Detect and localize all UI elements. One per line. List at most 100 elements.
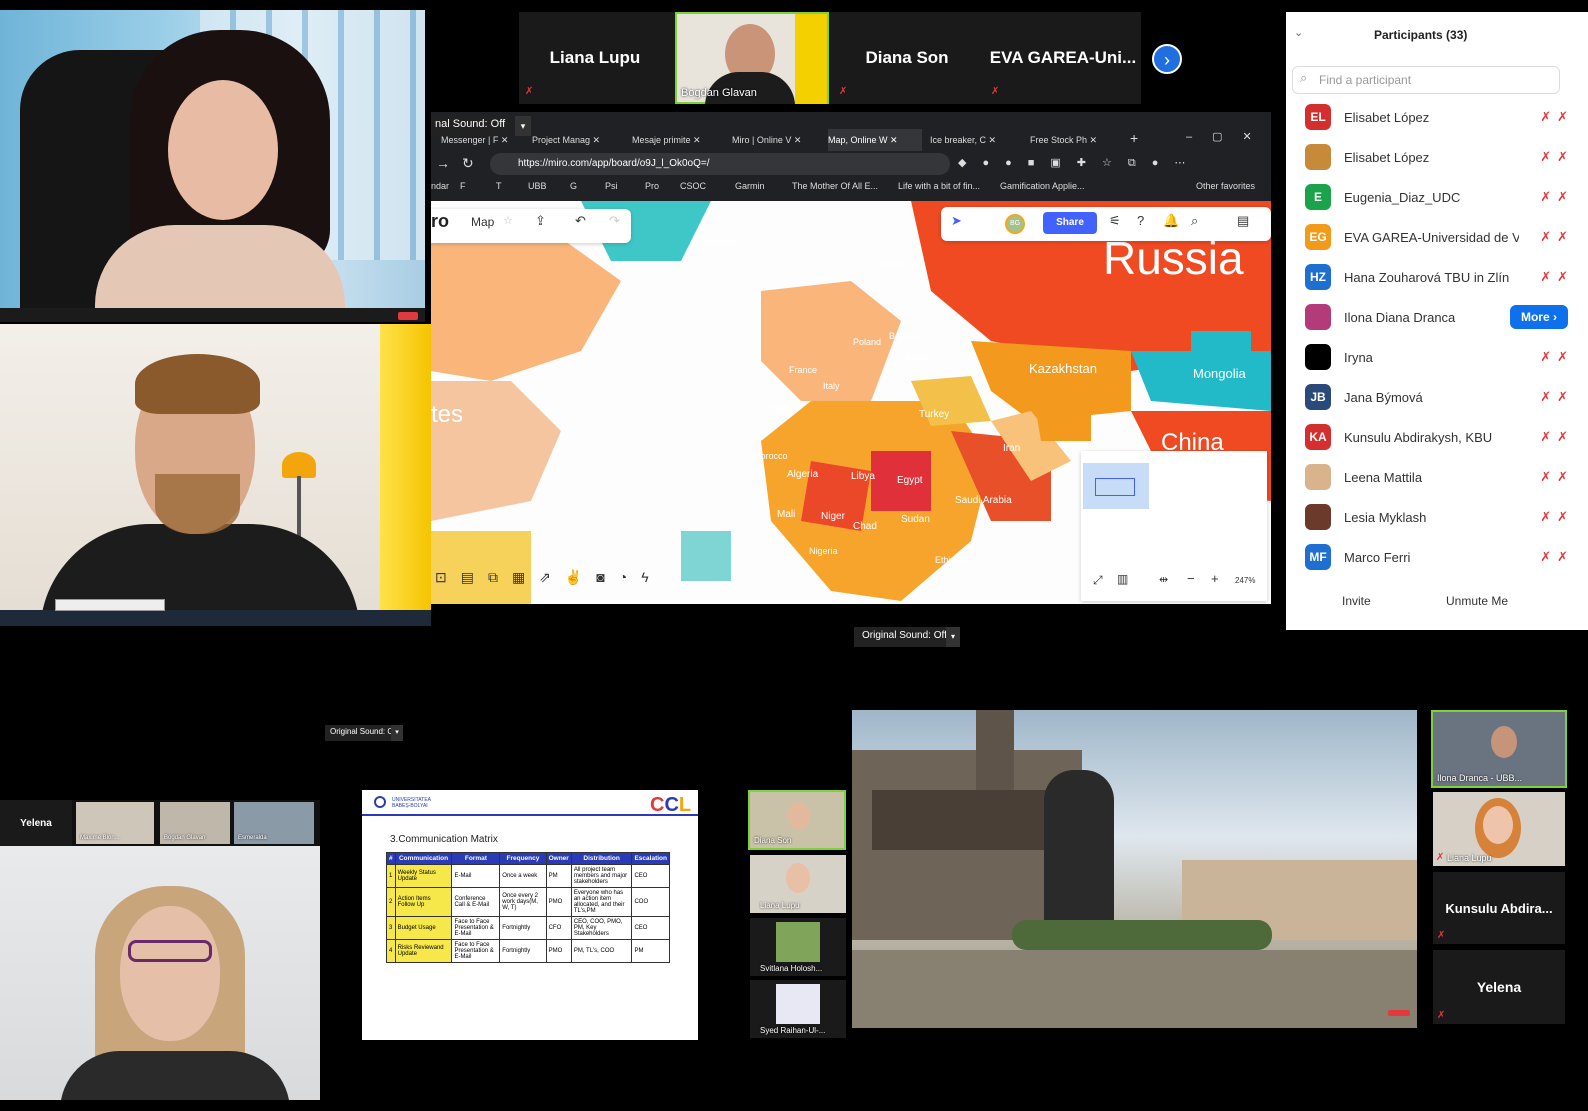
participant-row[interactable]: HZ Hana Zouharová TBU in Zlín ✗✗ [1286, 257, 1588, 297]
invite-button[interactable]: Invite [1342, 594, 1371, 608]
fullscreen-icon[interactable]: ⤢ [1093, 573, 1103, 588]
bookmark[interactable]: T [496, 181, 502, 191]
tile-liana-lupu[interactable]: Liana Lupu [519, 12, 671, 104]
browser-tab[interactable]: Project Manag ✕ [532, 129, 624, 151]
extension-icons[interactable]: ◆●●■▣✚☆⧉●⋯ [958, 156, 1201, 170]
bookmark[interactable]: G [570, 181, 577, 191]
more-button[interactable]: More › [1509, 305, 1568, 329]
search-icon[interactable]: ⌕ [1191, 213, 1198, 229]
bookmark[interactable]: CSOC [680, 181, 706, 191]
label-spain: Spain [769, 403, 793, 413]
tile-eva-garea[interactable]: EVA GAREA-Uni... [985, 12, 1141, 104]
collapse-icon[interactable]: ⌄ [1294, 26, 1303, 39]
tile-bogdan-glavan[interactable]: Bogdan Glavan [675, 12, 829, 104]
browser-tab[interactable]: Free Stock Ph ✕ [1030, 129, 1122, 151]
label-finland: Finland [879, 259, 909, 269]
table-cell: PMO [545, 887, 572, 917]
gallery-tile-diana-son[interactable]: Diana Son [748, 790, 846, 850]
window-controls[interactable]: –▢✕ [1186, 130, 1272, 143]
bookmark[interactable]: Psi [605, 181, 618, 191]
table-cell: CEO [631, 864, 670, 888]
tile-yelena[interactable]: Yelena [0, 800, 72, 846]
bookmark[interactable]: Garmin [735, 181, 765, 191]
gallery-tile-syed[interactable]: Syed Raihan-Ul-... [750, 980, 846, 1038]
cursor-tool-icon[interactable]: ➤ [951, 213, 962, 229]
trees [1012, 920, 1272, 950]
table-header: Distribution [570, 852, 633, 865]
gallery-tile-liana-lupu[interactable]: Liana Lupu [750, 855, 846, 913]
bookmark[interactable]: Gamification Applie... [1000, 181, 1085, 191]
mic-video-muted-icons: ✗✗ [1540, 389, 1574, 404]
gallery-tile-ilona-dranca[interactable]: Ilona Dranca - UBB... [1431, 710, 1567, 788]
unmute-me-button[interactable]: Unmute Me [1446, 594, 1508, 608]
participant-row[interactable]: Lesia Myklash ✗✗ [1286, 497, 1588, 537]
gallery-tile-svitlana[interactable]: Svitlana Holosh... [750, 918, 846, 976]
notes-icon[interactable]: ▤ [1237, 213, 1249, 229]
browser-tab[interactable]: Miro | Online V ✕ [732, 129, 822, 151]
participant-row[interactable]: EL Elisabet López ✗✗ [1286, 97, 1588, 137]
help-icon[interactable]: ? [1137, 213, 1144, 228]
participant-row[interactable]: Leena Mattila ✗✗ [1286, 457, 1588, 497]
tile-maxime[interactable]: Maxime Blon... [76, 802, 154, 844]
bookmark[interactable]: F [460, 181, 466, 191]
table-cell: CEO [631, 916, 670, 940]
dropdown-icon[interactable]: ▾ [391, 725, 403, 741]
participant-name: Eugenia_Diaz_UDC [1344, 189, 1461, 205]
label-egypt: Egypt [897, 475, 923, 486]
miro-bottom-toolbar: ⊡▤⧉▦⇗✌◙◔ϟ [435, 569, 663, 585]
gallery-tile-kunsulu[interactable]: Kunsulu Abdira... [1433, 872, 1565, 944]
gallery-tile-liana-lupu-right[interactable]: Liana Lupu ✗ [1433, 792, 1565, 866]
leave-mini-button[interactable] [398, 312, 418, 320]
label-iran: Iran [1003, 443, 1021, 454]
participant-search-input[interactable]: Find a participant [1292, 66, 1560, 94]
tile-esmeralda[interactable]: Esmeralda [234, 802, 314, 844]
bookmark[interactable]: The Mother Of All E... [792, 181, 878, 191]
participant-row[interactable]: EG EVA GAREA-Universidad de Vig... ✗✗ [1286, 217, 1588, 257]
table-cell: Once every 2 work days(M, W, T) [499, 887, 547, 917]
gallery-tile-yelena[interactable]: Yelena [1433, 950, 1565, 1024]
undo-icon[interactable]: ↶ [575, 213, 586, 229]
original-sound-button[interactable]: Original Sound: Off [854, 627, 955, 647]
table-row: 1 Weekly Status Update E-Mail Once a wee… [386, 864, 670, 888]
tile-diana-son[interactable]: Diana Son [833, 12, 981, 104]
new-tab-button[interactable]: + [1130, 130, 1138, 146]
settings-icon[interactable]: ⚟ [1109, 213, 1121, 229]
participant-row[interactable]: MF Marco Ferri ✗✗ [1286, 537, 1588, 577]
miro-board[interactable]: Russia Kazakhstan Mongolia China tes Tur… [431, 201, 1271, 604]
reload-icon[interactable]: ↻ [462, 155, 474, 172]
participant-row[interactable]: KA Kunsulu Abdirakysh, KBU ✗✗ [1286, 417, 1588, 457]
map-toggle-icon[interactable]: ▥ [1117, 572, 1128, 586]
more-label: More [1520, 310, 1550, 324]
table-cell: 3 [386, 916, 396, 940]
participant-row[interactable]: JB Jana Býmová ✗✗ [1286, 377, 1588, 417]
browser-tab[interactable]: Ice breaker, C ✕ [930, 129, 1020, 151]
bookmark[interactable]: Other favorites [1196, 181, 1255, 191]
dropdown-icon[interactable]: ▾ [946, 627, 960, 647]
bookmark[interactable]: Life with a bit of fin... [898, 181, 980, 191]
next-page-button[interactable]: › [1152, 44, 1182, 74]
browser-tab[interactable]: Messenger | F ✕ [441, 129, 525, 151]
bookmark[interactable]: ndar [431, 181, 449, 191]
browser-tab-active[interactable]: Map, Online W ✕ [828, 129, 922, 151]
address-bar[interactable]: https://miro.com/app/board/o9J_l_Ok0oQ=/ [490, 153, 950, 175]
fit-icon[interactable]: ⇹ [1159, 573, 1168, 586]
browser-tab[interactable]: Mesaje primite ✕ [632, 129, 724, 151]
bookmark[interactable]: UBB [528, 181, 547, 191]
participant-row[interactable]: Elisabet López ✗✗ [1286, 137, 1588, 177]
back-icon[interactable]: → [436, 155, 450, 171]
board-name[interactable]: Map [471, 215, 494, 229]
share-button[interactable]: Share [1043, 212, 1097, 234]
bell-icon[interactable]: 🔔 [1163, 213, 1179, 229]
zoom-out-icon[interactable]: − [1187, 571, 1195, 586]
participant-row[interactable]: Ilona Diana Dranca More › [1286, 297, 1588, 337]
zoom-in-icon[interactable]: + [1211, 571, 1219, 586]
export-icon[interactable]: ⇪ [535, 213, 546, 229]
participant-row[interactable]: E Eugenia_Diaz_UDC ✗✗ [1286, 177, 1588, 217]
bookmark[interactable]: Pro [645, 181, 659, 191]
star-icon[interactable]: ☆ [503, 214, 513, 227]
collaborator-avatar[interactable]: BG [1005, 214, 1025, 234]
table-cell: CEO, COO, PMO, PM, Key Stakeholders [570, 916, 633, 940]
participant-row[interactable]: Iryna ✗✗ [1286, 337, 1588, 377]
redo-icon[interactable]: ↷ [609, 213, 620, 229]
tile-bogdan[interactable]: Bogdan Glavan [160, 802, 230, 844]
